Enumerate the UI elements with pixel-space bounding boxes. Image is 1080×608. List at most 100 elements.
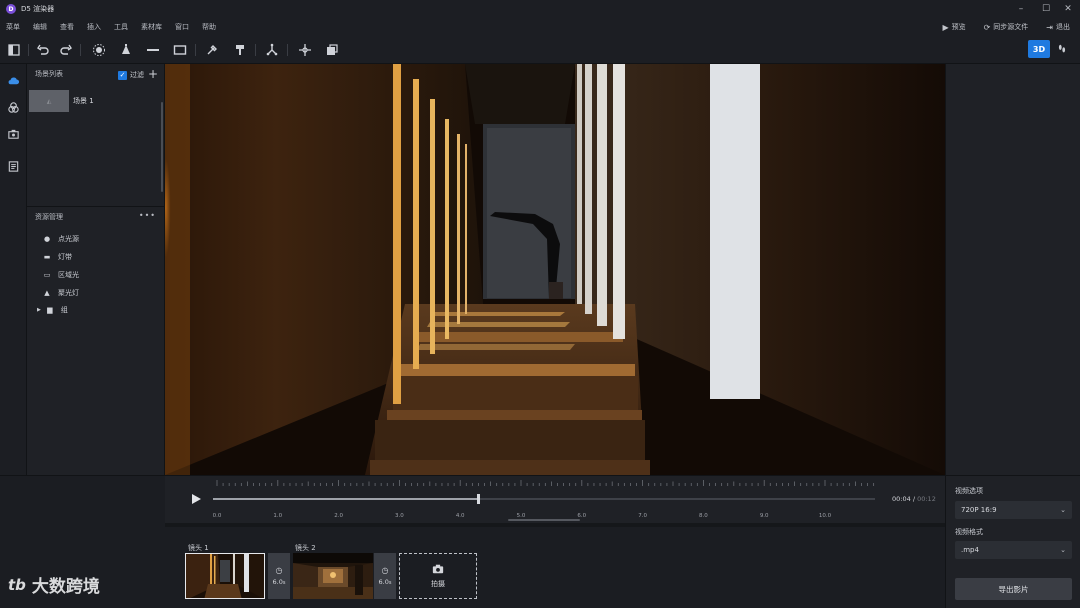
shot-duration-unit: s (282, 580, 286, 586)
menu-item-menu[interactable]: 菜单 (6, 22, 20, 32)
timeline-progress (213, 498, 478, 500)
redo-button[interactable] (56, 40, 76, 60)
asset-item-point-light[interactable]: ● 点光源 (41, 231, 79, 247)
cloud-icon[interactable] (5, 72, 22, 89)
sync-label: 同步源文件 (993, 23, 1029, 31)
preview-button[interactable]: ▶ 预览 (942, 22, 965, 32)
timeline-scrollbar[interactable] (508, 519, 580, 521)
capture-shot-button[interactable]: 拍摄 (399, 553, 477, 599)
shot-duration-unit: s (388, 580, 392, 586)
cone-light-icon (122, 44, 130, 54)
play-icon: ▶ (942, 22, 949, 32)
shot-duration[interactable]: ◷ 6.0s (374, 553, 396, 599)
shot-duration-value: 6.0 (272, 578, 283, 586)
watermark: tb 大数跨境 (8, 572, 100, 598)
asset-item-group[interactable]: ▶ ▆ 组 (37, 302, 68, 318)
redo-icon (60, 44, 72, 55)
menu-item-edit[interactable]: 编辑 (33, 22, 47, 32)
camera-icon[interactable] (5, 126, 22, 143)
minimize-button[interactable]: – (1009, 0, 1033, 18)
playhead-handle[interactable] (476, 494, 480, 504)
sync-source-button[interactable]: ⟳ 同步源文件 (984, 22, 1029, 32)
timeline-tick-label: 8.0 (699, 513, 708, 519)
menu-item-view[interactable]: 查看 (60, 22, 74, 32)
sun-icon (93, 44, 105, 56)
eyedropper-tool[interactable] (202, 40, 222, 60)
export-video-button[interactable]: 导出影片 (955, 578, 1072, 600)
timeline-tick-label: 9.0 (759, 513, 769, 519)
area-light-icon: ▭ (43, 271, 51, 279)
timeline-tick-label: 3.0 (395, 513, 404, 519)
shot-thumbnail[interactable] (293, 553, 373, 599)
app-logo-icon: D (6, 4, 16, 14)
area-light-tool[interactable] (170, 40, 190, 60)
check-icon: ✓ (118, 70, 127, 80)
toolbar-divider (80, 44, 81, 56)
timeline-tick-label: 1.0 (273, 513, 283, 519)
scene-item[interactable]: ◭ 场景 1 (29, 89, 159, 113)
transform-tool[interactable] (262, 40, 282, 60)
timeline-tick-label: 7.0 (638, 513, 647, 519)
shot-preview-image (293, 553, 373, 599)
scene-list-scrollbar[interactable] (161, 102, 163, 192)
spot-light-tool[interactable] (116, 40, 136, 60)
add-scene-button[interactable]: + (148, 67, 158, 81)
menu-item-help[interactable]: 帮助 (202, 22, 216, 32)
maximize-button[interactable]: ☐ (1034, 0, 1058, 18)
paint-brush-tool[interactable] (230, 40, 250, 60)
asset-manager-panel: 资源管理 ••• ● 点光源 ▬ 灯带 ▭ 区域光 ▲ 聚光灯 ▶ ▆ 组 (27, 206, 165, 475)
asset-label: 灯带 (58, 253, 72, 261)
expand-arrow-icon[interactable]: ▶ (37, 307, 41, 313)
copy-tool[interactable] (322, 40, 342, 60)
menu-item-insert[interactable]: 插入 (87, 22, 101, 32)
filter-label: 过滤 (130, 71, 144, 79)
timeline-track[interactable] (213, 494, 875, 504)
align-tool[interactable] (295, 40, 315, 60)
mode-3d-button[interactable]: 3D (1028, 40, 1050, 58)
footprints-icon (1058, 44, 1066, 53)
asset-manager-header: 资源管理 ••• (27, 207, 164, 227)
point-light-tool[interactable] (89, 40, 109, 60)
timer-icon: ◷ (381, 566, 389, 575)
asset-item-area-light[interactable]: ▭ 区域光 (41, 267, 79, 283)
panel-toggle-button[interactable] (4, 40, 24, 60)
video-options-select[interactable]: 720P 16:9 ⌄ (955, 501, 1072, 519)
render-viewport[interactable] (165, 64, 945, 475)
shot-label: 镜头 2 (295, 544, 316, 552)
undo-button[interactable] (33, 40, 53, 60)
asset-label: 聚光灯 (58, 289, 79, 297)
sync-icon: ⟳ (983, 22, 991, 32)
shot-thumbnail[interactable] (185, 553, 265, 599)
current-time: 00:04 (892, 495, 911, 503)
exit-button[interactable]: ⇥ 退出 (1046, 22, 1070, 32)
video-options-label: 视频选项 (955, 487, 983, 495)
menu-item-library[interactable]: 素材库 (141, 22, 162, 32)
video-format-select[interactable]: .mp4 ⌄ (955, 541, 1072, 559)
walk-mode-button[interactable] (1052, 40, 1072, 58)
time-separator: / (912, 495, 916, 503)
toolbar-divider (195, 44, 196, 56)
close-button[interactable]: ✕ (1056, 0, 1080, 18)
filter-checkbox[interactable]: ✓ 过滤 (118, 70, 144, 80)
materials-icon[interactable] (5, 99, 22, 116)
menu-item-tools[interactable]: 工具 (114, 22, 128, 32)
exit-icon: ⇥ (1046, 22, 1053, 32)
exit-label: 退出 (1056, 23, 1070, 31)
timer-icon: ◷ (275, 566, 283, 575)
toolbar (0, 36, 1080, 64)
asset-item-spot-light[interactable]: ▲ 聚光灯 (41, 285, 79, 301)
asset-item-strip-light[interactable]: ▬ 灯带 (41, 249, 72, 265)
shot-duration[interactable]: ◷ 6.0s (268, 553, 290, 599)
timeline-tick-label: 10.0 (818, 513, 832, 519)
spot-light-icon: ▲ (44, 289, 50, 297)
menu-bar: 菜单 编辑 查看 插入 工具 素材库 窗口 帮助 ▶ 预览 ⟳ 同步源文件 ⇥ 退出 (0, 18, 1080, 36)
shot-label: 镜头 1 (188, 544, 209, 552)
export-panel: 视频选项 720P 16:9 ⌄ 视频格式 .mp4 ⌄ 导出影片 (945, 475, 1080, 608)
strip-light-tool[interactable] (143, 40, 163, 60)
asset-label: 组 (60, 306, 68, 314)
play-button[interactable] (190, 493, 202, 505)
brush-icon (236, 45, 244, 55)
more-options-icon[interactable]: ••• (139, 211, 156, 220)
menu-item-window[interactable]: 窗口 (175, 22, 189, 32)
document-icon[interactable] (5, 158, 22, 175)
